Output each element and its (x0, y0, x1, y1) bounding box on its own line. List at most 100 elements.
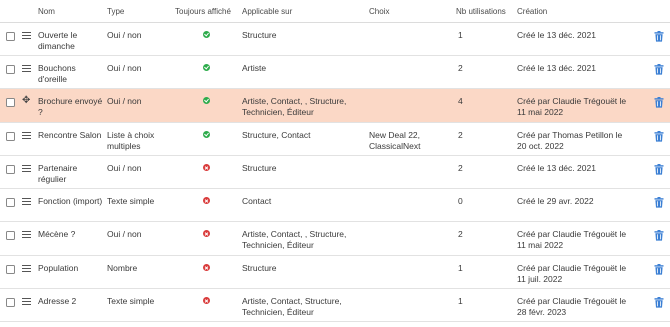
table-row[interactable]: Fonction (import) Texte simple Contact 0 Cré… (0, 189, 670, 222)
cross-circle-icon (203, 197, 210, 204)
header-toujours-affiche[interactable]: Toujours affiché (175, 7, 242, 16)
cell-toujours-affiche (175, 96, 242, 107)
cell-creation: Créé par Claudie Trégouët le 28 févr. 20… (517, 296, 627, 317)
table-row[interactable]: Partenaire régulier Oui / non Structure 2 Cr… (0, 156, 670, 189)
trash-icon[interactable] (654, 297, 664, 308)
cross-circle-icon (203, 164, 210, 171)
cell-toujours-affiche (175, 263, 242, 274)
cell-nom[interactable]: Adresse 2 (38, 296, 107, 307)
row-checkbox[interactable] (6, 265, 15, 274)
cell-creation: Créé par Claudie Trégouët le 11 mai 2022 (517, 96, 627, 117)
drag-handle-icon[interactable] (22, 65, 31, 72)
table-row[interactable]: Population Nombre Structure 1 Créé par Claud… (0, 256, 670, 289)
cell-creation: Créé par Claudie Trégouët le 11 mai 2022 (517, 229, 627, 250)
cell-toujours-affiche (175, 229, 242, 240)
delete-button[interactable] (636, 63, 670, 75)
drag-handle-icon[interactable] (22, 231, 31, 238)
drag-handle-icon[interactable] (22, 165, 31, 172)
header-nb-utilisations[interactable]: Nb utilisations (456, 7, 517, 16)
cell-type: Texte simple (107, 196, 155, 206)
cell-toujours-affiche (175, 30, 242, 41)
cell-toujours-affiche (175, 130, 242, 141)
delete-button[interactable] (636, 229, 670, 241)
trash-icon[interactable] (654, 230, 664, 241)
trash-icon[interactable] (654, 31, 664, 42)
row-checkbox[interactable] (6, 298, 15, 307)
cell-applicable-sur: Artiste, Contact, , Structure, Technicie… (242, 96, 347, 117)
cell-nom[interactable]: Ouverte le dimanche (38, 30, 107, 52)
trash-icon[interactable] (654, 164, 664, 175)
trash-icon[interactable] (654, 64, 664, 75)
drag-handle-icon[interactable] (22, 198, 31, 205)
row-checkbox[interactable] (6, 98, 15, 107)
row-checkbox[interactable] (6, 198, 15, 207)
cell-toujours-affiche (175, 296, 242, 307)
cell-nom[interactable]: Rencontre Salon (38, 130, 107, 141)
trash-icon[interactable] (654, 97, 664, 108)
cross-circle-icon (203, 297, 210, 304)
cell-toujours-affiche (175, 163, 242, 174)
delete-button[interactable] (636, 163, 670, 175)
delete-button[interactable] (636, 96, 670, 108)
table-row[interactable]: Rencontre Salon Liste à choix multiples St… (0, 123, 670, 156)
cell-nb-utilisations: 2 (458, 130, 463, 140)
row-checkbox[interactable] (6, 231, 15, 240)
cell-nb-utilisations: 1 (458, 296, 463, 306)
cell-nb-utilisations: 2 (458, 229, 463, 239)
cell-type: Oui / non (107, 30, 142, 40)
move-cursor-icon[interactable]: ✥ (22, 96, 38, 106)
table-row[interactable]: Adresse 2 Texte simple Artiste, Contact, S… (0, 289, 670, 322)
cell-toujours-affiche (175, 63, 242, 74)
drag-handle-icon[interactable] (22, 132, 31, 139)
header-choix[interactable]: Choix (369, 7, 456, 16)
cell-creation: Créé le 13 déc. 2021 (517, 30, 596, 40)
delete-button[interactable] (636, 263, 670, 275)
delete-button[interactable] (636, 296, 670, 308)
cell-creation: Créé par Claudie Trégouët le 11 juil. 20… (517, 263, 627, 284)
cell-nom[interactable]: Brochure envoyé ? (38, 96, 107, 118)
table-row[interactable]: Bouchons d'oreille Oui / non Artiste 2 Créé … (0, 56, 670, 89)
cell-applicable-sur: Structure, Contact (242, 130, 311, 140)
row-checkbox[interactable] (6, 32, 15, 41)
cell-applicable-sur: Artiste (242, 63, 267, 73)
header-type[interactable]: Type (107, 7, 175, 16)
cell-nb-utilisations: 2 (458, 63, 463, 73)
check-circle-icon (203, 97, 210, 104)
cell-applicable-sur: Structure (242, 30, 277, 40)
table-row[interactable]: Ouverte le dimanche Oui / non Structure 1 Cr… (0, 23, 670, 56)
header-applicable-sur[interactable]: Applicable sur (242, 7, 369, 16)
cell-nom[interactable]: Population (38, 263, 107, 274)
drag-handle-icon[interactable] (22, 265, 31, 272)
row-checkbox[interactable] (6, 132, 15, 141)
header-nom[interactable]: Nom (38, 7, 107, 16)
cell-nom[interactable]: Mécène ? (38, 229, 107, 240)
cross-circle-icon (203, 230, 210, 237)
cell-nom[interactable]: Partenaire régulier (38, 163, 107, 185)
table-row[interactable]: ✥ Brochure envoyé ? Oui / non Artiste, Cont… (0, 89, 670, 123)
row-checkbox[interactable] (6, 165, 15, 174)
drag-handle-icon[interactable] (22, 32, 31, 39)
cell-nom[interactable]: Fonction (import) (38, 196, 107, 207)
table-header: Nom Type Toujours affiché Applicable sur… (0, 0, 670, 23)
table-row[interactable]: Mécène ? Oui / non Artiste, Contact, , Str… (0, 222, 670, 256)
cell-type: Oui / non (107, 63, 142, 73)
trash-icon[interactable] (654, 197, 664, 208)
delete-button[interactable] (636, 130, 670, 142)
drag-handle-icon[interactable] (22, 298, 31, 305)
cell-nb-utilisations: 1 (458, 263, 463, 273)
cell-creation: Créé le 29 avr. 2022 (517, 196, 594, 206)
header-creation[interactable]: Création (517, 7, 636, 16)
cell-creation: Créé par Thomas Petillon le 20 oct. 2022 (517, 130, 623, 151)
delete-button[interactable] (636, 196, 670, 208)
cell-type: Oui / non (107, 163, 142, 173)
cell-applicable-sur: Structure (242, 263, 277, 273)
trash-icon[interactable] (654, 131, 664, 142)
check-circle-icon (203, 64, 210, 71)
trash-icon[interactable] (654, 264, 664, 275)
cell-creation: Créé le 13 déc. 2021 (517, 163, 596, 173)
row-checkbox[interactable] (6, 65, 15, 74)
delete-button[interactable] (636, 30, 670, 42)
cell-nom[interactable]: Bouchons d'oreille (38, 63, 107, 85)
cross-circle-icon (203, 264, 210, 271)
cell-choix: New Deal 22, ClassicalNext (369, 130, 421, 151)
